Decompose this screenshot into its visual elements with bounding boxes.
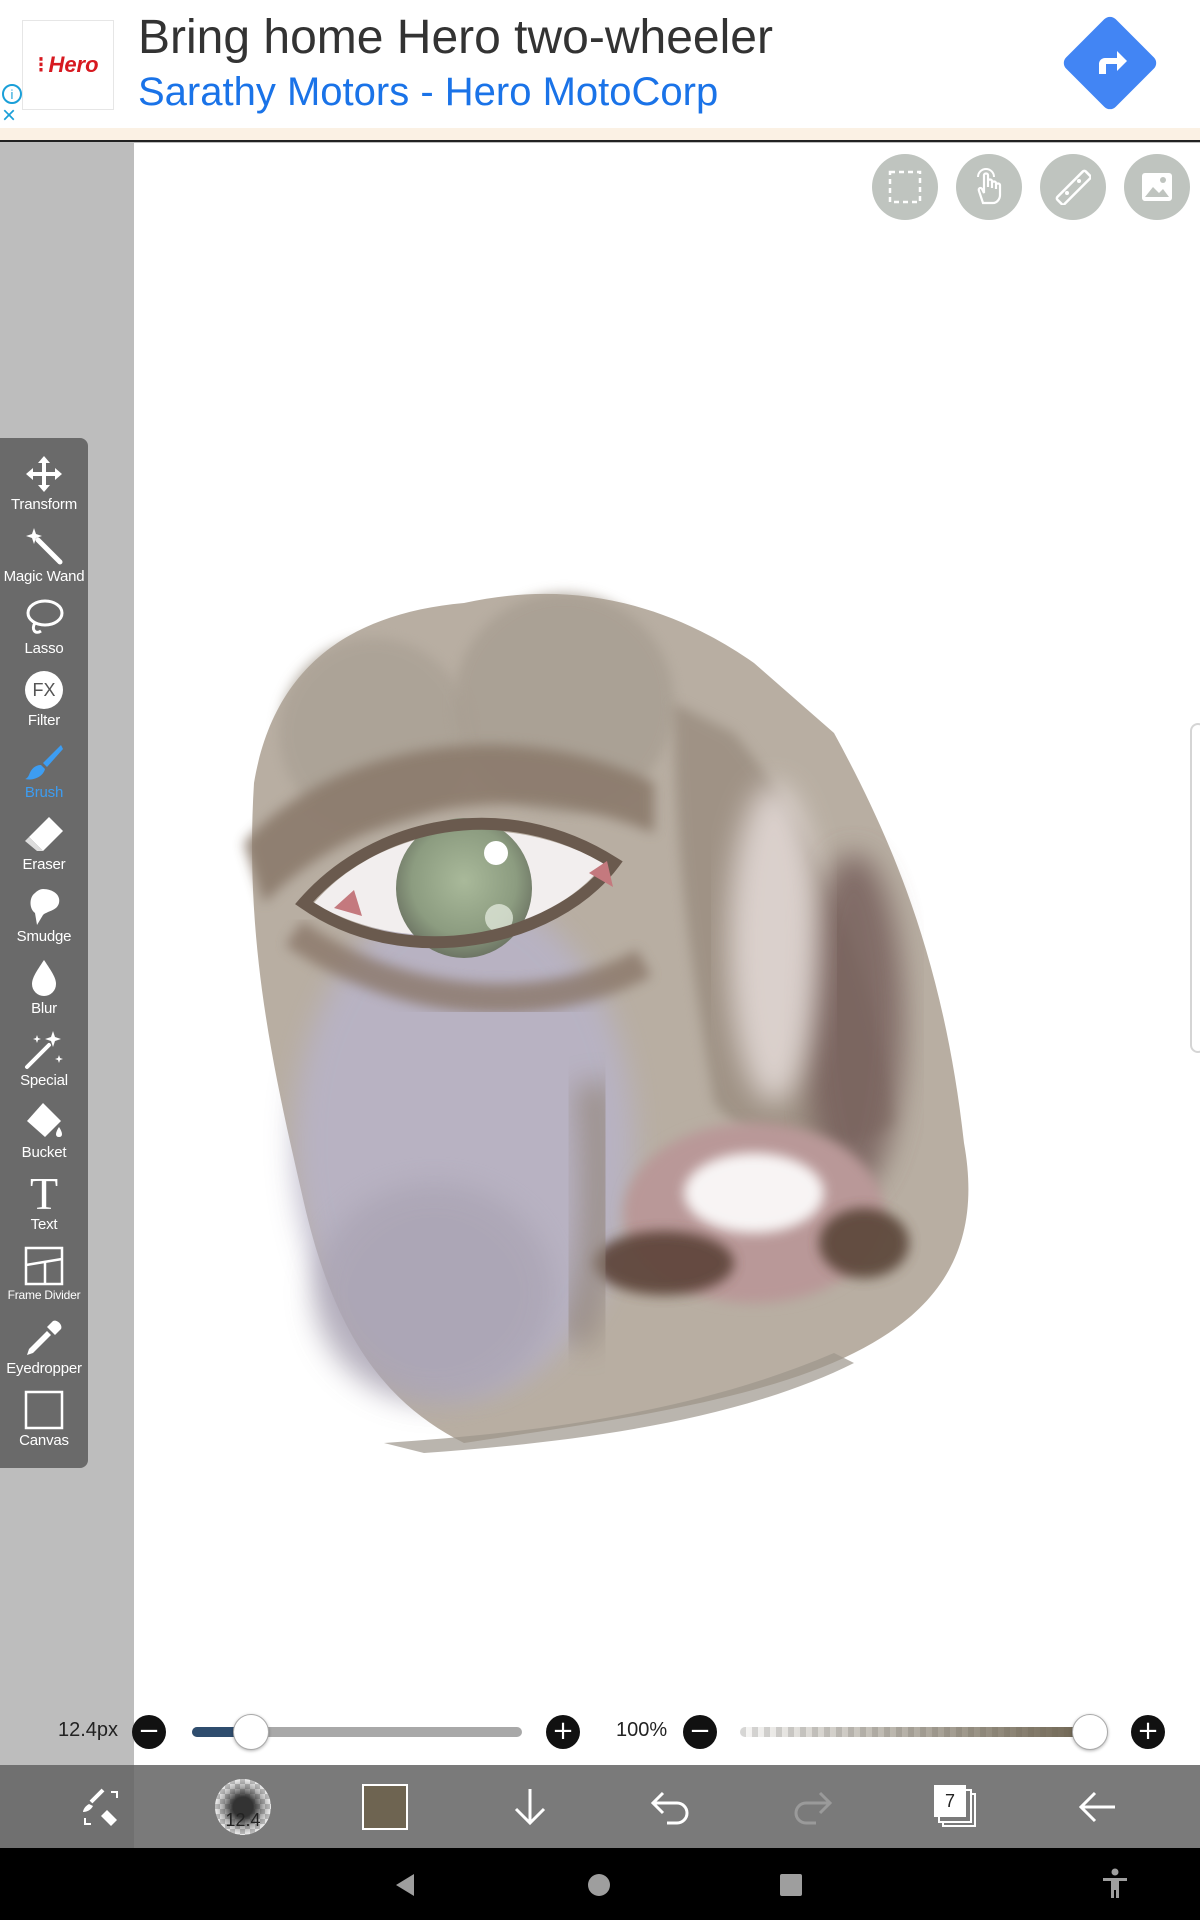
accessibility-icon[interactable] — [1100, 1868, 1130, 1900]
redo-button[interactable] — [788, 1765, 838, 1848]
brush-opacity-slider-thumb[interactable] — [1072, 1714, 1108, 1750]
brush-opacity-decrease-button[interactable]: − — [683, 1715, 717, 1749]
nav-home-icon[interactable] — [588, 1874, 610, 1896]
current-color-swatch — [362, 1783, 408, 1830]
brush-opacity-increase-button[interactable]: + — [1131, 1715, 1165, 1749]
tool-label: Eraser — [22, 856, 66, 873]
brush-size-badge-text: 12.4 — [225, 1809, 261, 1830]
tool-eyedropper[interactable]: Eyedropper — [0, 1316, 88, 1388]
color-picker-button[interactable] — [360, 1765, 410, 1848]
ad-subtitle[interactable]: Sarathy Motors - Hero MotoCorp — [138, 70, 718, 115]
brush-size-badge: 12.4 — [215, 1778, 271, 1835]
ad-close-icon[interactable]: × — [2, 104, 16, 128]
bucket-icon — [22, 1100, 66, 1144]
reference-image-button[interactable] — [1124, 154, 1190, 220]
side-drawer-handle[interactable] — [1190, 723, 1200, 1053]
tool-frame-divider[interactable]: Frame Divider — [0, 1244, 88, 1316]
tool-label: Special — [20, 1072, 68, 1089]
tool-label: Magic Wand — [3, 568, 85, 585]
swap-brush-eraser-button[interactable] — [60, 1765, 140, 1848]
tool-magic-wand[interactable]: Magic Wand — [0, 524, 88, 596]
brush-opacity-label: 100% — [616, 1719, 668, 1741]
back-button[interactable] — [1072, 1765, 1122, 1848]
ad-brand-text: Hero — [48, 52, 99, 77]
hand-touch-icon — [977, 168, 1002, 205]
layers-button[interactable]: 7 — [928, 1765, 984, 1848]
layers-icon: 7 — [934, 1784, 978, 1829]
tool-label: Transform — [11, 496, 77, 513]
tool-brush[interactable]: Brush — [0, 740, 88, 812]
tool-bucket[interactable]: Bucket — [0, 1100, 88, 1172]
ad-title[interactable]: Bring home Hero two-wheeler — [138, 10, 773, 65]
move-arrows-icon — [22, 452, 66, 496]
nav-back-icon[interactable] — [392, 1872, 418, 1898]
tool-filter[interactable]: FX Filter — [0, 668, 88, 740]
tool-panel: Transform Magic Wand Lasso FX Filter Bru… — [0, 438, 88, 1468]
bottom-toolbar: 12.4 7 — [0, 1765, 1200, 1848]
ad-brand-logo[interactable]: ⁝ Hero — [22, 20, 114, 110]
system-navigation-bar — [0, 1848, 1200, 1920]
brush-preview-button[interactable]: 12.4 — [210, 1765, 276, 1848]
lasso-icon — [22, 596, 66, 640]
tool-smudge[interactable]: Smudge — [0, 884, 88, 956]
magic-wand-icon — [22, 524, 66, 568]
text-icon: T — [29, 1168, 59, 1219]
tool-blur[interactable]: Blur — [0, 956, 88, 1028]
undo-button[interactable] — [645, 1765, 695, 1848]
arrow-down-icon — [514, 1788, 546, 1825]
tool-label: Lasso — [24, 640, 64, 657]
tool-label: Canvas — [19, 1432, 69, 1449]
tool-special[interactable]: Special — [0, 1028, 88, 1100]
canvas-icon — [22, 1388, 66, 1432]
directions-arrow-icon — [1099, 51, 1127, 74]
eyedropper-icon — [22, 1316, 66, 1360]
fx-icon: FX — [22, 668, 66, 712]
blur-drop-icon — [22, 956, 66, 1000]
tool-text[interactable]: T Text — [0, 1168, 88, 1244]
selection-button[interactable] — [872, 154, 938, 220]
tool-transform[interactable]: Transform — [0, 452, 88, 524]
tool-canvas[interactable]: Canvas — [0, 1388, 88, 1460]
tool-label: Eyedropper — [6, 1360, 82, 1377]
image-icon — [1142, 173, 1172, 201]
painting-artwork — [244, 593, 969, 1453]
tool-label: Brush — [24, 784, 64, 801]
special-sparkle-icon — [22, 1028, 66, 1072]
ad-directions-button[interactable] — [1060, 13, 1160, 113]
brush-opacity-slider[interactable] — [740, 1727, 1090, 1737]
frame-divider-icon — [22, 1244, 66, 1288]
nav-recents-icon[interactable] — [780, 1874, 802, 1896]
eraser-icon — [22, 812, 66, 856]
layer-merge-down-button[interactable] — [505, 1765, 555, 1848]
ad-info-icon[interactable]: i — [2, 84, 22, 104]
brush-size-increase-button[interactable]: + — [546, 1715, 580, 1749]
layer-count: 7 — [934, 1784, 966, 1817]
tool-lasso[interactable]: Lasso — [0, 596, 88, 668]
tool-label: Text — [30, 1216, 58, 1233]
brush-icon — [22, 740, 66, 784]
tool-label: Blur — [31, 1000, 57, 1017]
tool-eraser[interactable]: Eraser — [0, 812, 88, 884]
smudge-icon — [22, 884, 66, 928]
tool-label: Bucket — [21, 1144, 67, 1161]
drawing-canvas[interactable] — [134, 143, 1200, 1765]
brush-size-label: 12.4px — [58, 1719, 119, 1741]
tool-label: Frame Divider — [7, 1288, 81, 1302]
ruler-icon — [1055, 169, 1091, 205]
tool-label: Smudge — [16, 928, 72, 945]
ad-divider — [0, 128, 1200, 140]
ad-banner[interactable]: ⁝ Hero Bring home Hero two-wheeler Sarath… — [0, 0, 1200, 142]
ruler-button[interactable] — [1040, 154, 1106, 220]
arrow-left-icon — [1078, 1791, 1115, 1822]
tool-label: Filter — [27, 712, 61, 729]
selection-icon — [888, 170, 922, 204]
undo-icon — [650, 1791, 689, 1824]
brush-size-decrease-button[interactable]: − — [132, 1715, 166, 1749]
redo-icon — [794, 1791, 833, 1824]
brush-eraser-swap-icon — [83, 1788, 118, 1826]
hand-touch-button[interactable] — [956, 154, 1022, 220]
